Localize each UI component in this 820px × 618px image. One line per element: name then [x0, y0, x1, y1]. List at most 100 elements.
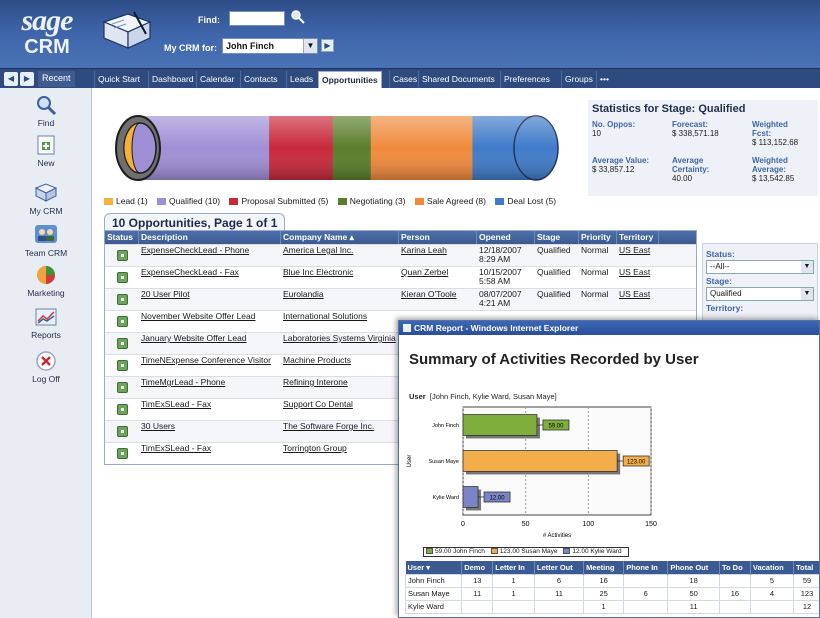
opportunity-status-icon[interactable] — [116, 316, 128, 327]
opportunity-status-icon[interactable] — [116, 272, 128, 283]
opportunity-status-icon[interactable] — [116, 426, 128, 437]
bar[interactable] — [462, 414, 538, 436]
company-cell[interactable]: Blue Inc Electronic — [281, 267, 399, 288]
desc-text[interactable]: TimExSLead - Fax — [141, 399, 211, 409]
col-opened-header[interactable]: Opened — [477, 231, 535, 244]
sidebar-item-team-crm[interactable]: Team CRM — [0, 222, 92, 258]
desc-text[interactable]: January Website Offer Lead — [141, 333, 247, 343]
stage-filter-select[interactable]: Qualified ▼ — [706, 287, 814, 301]
company-text[interactable]: Machine Products — [283, 355, 351, 365]
tab-opportunities[interactable]: Opportunities — [318, 71, 382, 88]
desc-text[interactable]: TimExSLead - Fax — [141, 443, 211, 453]
col-status-header[interactable]: Status — [105, 231, 139, 244]
list-page-tab[interactable]: 10 Opportunities, Page 1 of 1 — [104, 213, 286, 230]
territory-cell[interactable]: US East — [617, 267, 659, 288]
tab-more[interactable]: ••• — [596, 71, 612, 88]
find-input[interactable] — [229, 11, 285, 26]
tab-contacts[interactable]: Contacts — [240, 71, 281, 88]
desc-cell[interactable]: 20 User Pilot — [139, 289, 281, 310]
legend-item[interactable]: Lead (1) — [116, 196, 148, 206]
desc-text[interactable]: 20 User Pilot — [141, 289, 190, 299]
company-text[interactable]: Support Co Dental — [283, 399, 353, 409]
company-text[interactable]: Torrington Group — [283, 443, 347, 453]
opportunity-status-icon[interactable] — [116, 360, 128, 371]
tab-leads[interactable]: Leads — [286, 71, 316, 88]
company-text[interactable]: The Software Forge Inc. — [283, 421, 374, 431]
legend-item[interactable]: Proposal Submitted (5) — [241, 196, 328, 206]
tab-shared-documents[interactable]: Shared Documents — [418, 71, 498, 88]
legend-item[interactable]: Sale Agreed (8) — [427, 196, 486, 206]
desc-cell[interactable]: ExpenseCheckLead - Fax — [139, 267, 281, 288]
col-description-header[interactable]: Description — [139, 231, 281, 244]
report-window-titlebar[interactable]: CRM Report - Windows Internet Explorer — [399, 321, 819, 335]
person-text[interactable]: Quan Zerbel — [401, 267, 448, 277]
tab-calendar[interactable]: Calendar — [196, 71, 238, 88]
company-cell[interactable]: Machine Products — [281, 355, 399, 376]
opportunity-status-icon[interactable] — [116, 448, 128, 459]
back-arrow-icon[interactable]: ◀ — [4, 72, 18, 86]
territory-cell[interactable]: US East — [617, 245, 659, 266]
legend-item[interactable]: Qualified (10) — [169, 196, 220, 206]
territory-text[interactable]: US East — [619, 289, 650, 299]
company-text[interactable]: America Legal Inc. — [283, 245, 353, 255]
bar[interactable] — [462, 486, 479, 508]
sidebar-item-new[interactable]: New — [0, 134, 92, 168]
company-text[interactable]: Eurolandia — [283, 289, 324, 299]
territory-text[interactable]: US East — [619, 267, 650, 277]
company-text[interactable]: Laboratories Systems Virginia — [283, 333, 396, 343]
desc-cell[interactable]: January Website Offer Lead — [139, 333, 281, 354]
person-cell[interactable]: Quan Zerbel — [399, 267, 477, 288]
col-priority-header[interactable]: Priority — [579, 231, 617, 244]
company-cell[interactable]: America Legal Inc. — [281, 245, 399, 266]
legend-item[interactable]: Negotiating (3) — [350, 196, 406, 206]
go-arrow-icon[interactable]: ▶ — [321, 39, 334, 52]
tab-preferences[interactable]: Preferences — [500, 71, 553, 88]
territory-cell[interactable]: US East — [617, 289, 659, 310]
person-text[interactable]: Karina Leah — [401, 245, 447, 255]
tab-groups[interactable]: Groups — [561, 71, 596, 88]
company-text[interactable]: Refining Interone — [283, 377, 348, 387]
col-person-header[interactable]: Person — [399, 231, 477, 244]
company-cell[interactable]: Torrington Group — [281, 443, 399, 464]
opportunity-status-icon[interactable] — [116, 404, 128, 415]
desc-cell[interactable]: TimeMgrLead - Phone — [139, 377, 281, 398]
sidebar-item-marketing[interactable]: Marketing — [0, 264, 92, 298]
legend-item[interactable]: Deal Lost (5) — [507, 196, 556, 206]
forward-arrow-icon[interactable]: ▶ — [20, 72, 34, 86]
company-text[interactable]: International Solutions — [283, 311, 367, 321]
recent-button[interactable]: Recent — [38, 71, 75, 87]
desc-cell[interactable]: TimExSLead - Fax — [139, 443, 281, 464]
opportunity-status-icon[interactable] — [116, 294, 128, 305]
desc-cell[interactable]: TimExSLead - Fax — [139, 399, 281, 420]
desc-cell[interactable]: ExpenseCheckLead - Phone — [139, 245, 281, 266]
desc-text[interactable]: TimeNExpense Conference Visitor — [141, 355, 271, 365]
bar[interactable] — [462, 450, 618, 472]
col-territory-header[interactable]: Territory — [617, 231, 659, 244]
territory-text[interactable]: US East — [619, 245, 650, 255]
company-cell[interactable]: Refining Interone — [281, 377, 399, 398]
sidebar-item-find[interactable]: Find — [0, 94, 92, 128]
company-cell[interactable]: The Software Forge Inc. — [281, 421, 399, 442]
company-cell[interactable]: Laboratories Systems Virginia — [281, 333, 399, 354]
opportunity-status-icon[interactable] — [116, 250, 128, 261]
desc-text[interactable]: TimeMgrLead - Phone — [141, 377, 225, 387]
desc-text[interactable]: ExpenseCheckLead - Phone — [141, 245, 249, 255]
col-company-header[interactable]: Company Name ▴ — [281, 231, 399, 244]
company-cell[interactable]: International Solutions — [281, 311, 399, 332]
desc-text[interactable]: 30 Users — [141, 421, 175, 431]
search-icon[interactable] — [290, 9, 306, 25]
company-cell[interactable]: Support Co Dental — [281, 399, 399, 420]
sidebar-item-reports[interactable]: Reports — [0, 306, 92, 340]
desc-text[interactable]: November Website Offer Lead — [141, 311, 256, 321]
company-text[interactable]: Blue Inc Electronic — [283, 267, 353, 277]
desc-text[interactable]: ExpenseCheckLead - Fax — [141, 267, 239, 277]
status-filter-select[interactable]: --All-- ▼ — [706, 260, 814, 274]
opportunity-status-icon[interactable] — [116, 338, 128, 349]
person-cell[interactable]: Karina Leah — [399, 245, 477, 266]
desc-cell[interactable]: 30 Users — [139, 421, 281, 442]
tab-dashboard[interactable]: Dashboard — [148, 71, 197, 88]
sidebar-item-log-off[interactable]: Log Off — [0, 350, 92, 384]
sage-crm-logo[interactable]: sage CRM — [6, 6, 88, 66]
table-column-header[interactable]: User ▾ — [405, 561, 463, 574]
tab-cases[interactable]: Cases — [389, 71, 420, 88]
